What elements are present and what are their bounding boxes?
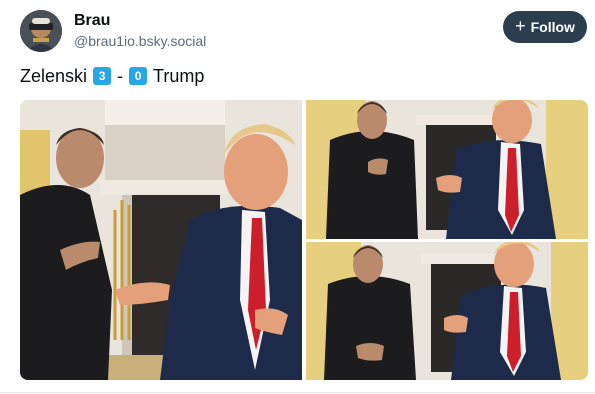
post-text-right-name: Trump: [153, 65, 205, 86]
post-image-top-right[interactable]: [306, 100, 588, 239]
author-name[interactable]: Brau: [74, 12, 110, 30]
author-avatar[interactable]: [20, 10, 62, 52]
social-post: Brau @brau1io.bsky.social + Follow Zelen…: [0, 0, 595, 394]
plus-icon: +: [515, 16, 526, 36]
follow-button[interactable]: + Follow: [503, 11, 587, 43]
post-text: Zelenski 3 - 0 Trump: [20, 64, 204, 88]
follow-button-label: Follow: [530, 19, 575, 35]
post-text-left-name: Zelenski: [20, 65, 88, 86]
post-text-separator: -: [117, 65, 124, 86]
post-divider: [0, 392, 595, 393]
author-handle[interactable]: @brau1io.bsky.social: [74, 33, 206, 49]
score-right-badge: 0: [129, 67, 148, 85]
post-image-bottom-right[interactable]: [306, 242, 588, 380]
post-image-main[interactable]: [20, 100, 302, 380]
score-left-badge: 3: [93, 67, 112, 85]
